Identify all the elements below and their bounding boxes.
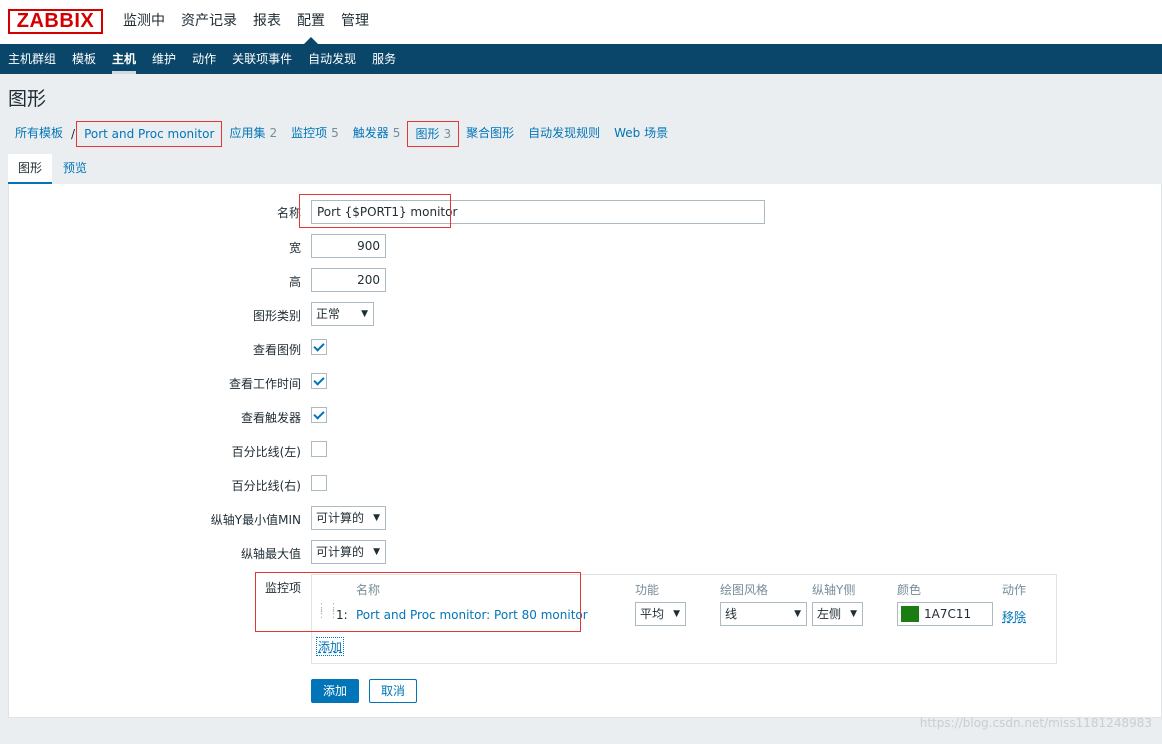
breadcrumb-all-templates[interactable]: 所有模板 xyxy=(8,121,70,147)
ymin-label: 纵轴Y最小值MIN xyxy=(210,513,301,527)
breadcrumb-triggers[interactable]: 触发器 5 xyxy=(346,121,408,147)
percentile-left-checkbox[interactable] xyxy=(311,441,327,457)
item-color-picker[interactable]: 1A7C11 xyxy=(897,602,993,626)
checkmark-icon xyxy=(313,340,325,352)
item-draw-style-select[interactable]: 线 ▼ xyxy=(720,602,807,626)
name-input[interactable]: Port {$PORT1} monitor xyxy=(311,200,765,224)
breadcrumb-items-label: 监控项 xyxy=(291,126,328,140)
column-header-function: 功能 xyxy=(635,583,660,597)
item-remove-link[interactable]: 移除 xyxy=(1002,608,1026,625)
item-function-select[interactable]: 平均 ▼ xyxy=(635,602,686,626)
item-color-value[interactable]: 1A7C11 xyxy=(924,603,971,625)
sub-menu-correlation[interactable]: 关联项事件 xyxy=(224,44,300,74)
show-triggers-checkbox[interactable] xyxy=(311,407,327,423)
show-legend-label: 查看图例 xyxy=(252,343,301,357)
checkmark-icon xyxy=(313,374,325,386)
top-menu-monitoring[interactable]: 监测中 xyxy=(115,0,173,44)
sub-menu-templates[interactable]: 模板 xyxy=(64,44,104,74)
sub-menu-maintenance[interactable]: 维护 xyxy=(144,44,184,74)
percentile-right-checkbox[interactable] xyxy=(311,475,327,491)
breadcrumb-discovery-rules[interactable]: 自动发现规则 xyxy=(521,121,607,147)
breadcrumb-graphs-label: 图形 xyxy=(415,127,440,141)
graph-type-label: 图形类别 xyxy=(252,309,301,323)
chevron-down-icon: ▼ xyxy=(673,609,680,619)
percentile-left-label: 百分比线(左) xyxy=(231,445,301,459)
ymax-label: 纵轴最大值 xyxy=(240,547,301,561)
breadcrumb-template[interactable]: Port and Proc monitor xyxy=(76,121,223,147)
item-name-link[interactable]: Port and Proc monitor: Port 80 monitor xyxy=(356,608,588,622)
name-label: 名称 xyxy=(276,206,301,220)
sub-menu-actions[interactable]: 动作 xyxy=(184,44,224,74)
chevron-down-icon: ▼ xyxy=(794,609,801,619)
top-menu-administration[interactable]: 管理 xyxy=(333,0,377,44)
breadcrumb-applications-count: 2 xyxy=(269,126,278,140)
breadcrumb-triggers-label: 触发器 xyxy=(352,126,389,140)
show-triggers-label: 查看触发器 xyxy=(240,411,301,425)
sub-menu-host-groups[interactable]: 主机群组 xyxy=(0,44,64,74)
top-bar: ZABBIX 监测中 资产记录 报表 配置 管理 xyxy=(0,0,1162,44)
breadcrumb-applications[interactable]: 应用集 2 xyxy=(222,121,284,147)
add-item-link[interactable]: 添加 xyxy=(316,637,345,656)
item-function-value: 平均 xyxy=(640,607,665,621)
ymin-value: 可计算的 xyxy=(316,511,365,525)
breadcrumb-web-scenarios[interactable]: Web 场景 xyxy=(607,121,675,147)
breadcrumb-applications-label: 应用集 xyxy=(229,126,266,140)
graph-form: 名称 Port {$PORT1} monitor 宽 900 高 200 图形类… xyxy=(8,184,1162,718)
top-menu-configuration[interactable]: 配置 xyxy=(289,0,333,44)
show-working-time-label: 查看工作时间 xyxy=(228,377,301,391)
item-y-axis-side-select[interactable]: 左侧 ▼ xyxy=(812,602,863,626)
breadcrumb-graphs-count: 3 xyxy=(443,127,452,141)
page-title: 图形 xyxy=(8,88,47,110)
width-input[interactable]: 900 xyxy=(311,234,386,258)
ymax-select[interactable]: 可计算的 ▼ xyxy=(311,540,386,564)
breadcrumb-screens[interactable]: 聚合图形 xyxy=(459,121,521,147)
breadcrumb-graphs[interactable]: 图形 3 xyxy=(407,121,460,147)
breadcrumb-triggers-count: 5 xyxy=(392,126,401,140)
ymax-value: 可计算的 xyxy=(316,545,365,559)
column-header-name: 名称 xyxy=(356,583,381,597)
sub-menu-services[interactable]: 服务 xyxy=(364,44,404,74)
column-header-draw-style: 绘图风格 xyxy=(720,583,769,597)
breadcrumb-items[interactable]: 监控项 5 xyxy=(284,121,346,147)
show-working-time-checkbox[interactable] xyxy=(311,373,327,389)
sub-menu: 主机群组 模板 主机 维护 动作 关联项事件 自动发现 服务 xyxy=(0,44,1162,74)
chevron-down-icon: ▼ xyxy=(850,609,857,619)
chevron-down-icon: ▼ xyxy=(373,513,380,523)
top-menu-inventory[interactable]: 资产记录 xyxy=(173,0,245,44)
show-legend-checkbox[interactable] xyxy=(311,339,327,355)
breadcrumb: 所有模板 / Port and Proc monitor 应用集 2 监控项 5 触… xyxy=(8,116,675,152)
checkmark-icon xyxy=(313,408,325,420)
chevron-down-icon: ▼ xyxy=(361,309,368,319)
top-menu-reports[interactable]: 报表 xyxy=(245,0,289,44)
height-label: 高 xyxy=(288,275,301,289)
items-label: 监控项 xyxy=(264,581,301,595)
breadcrumb-items-count: 5 xyxy=(331,126,339,140)
graph-type-value: 正常 xyxy=(316,307,341,321)
item-row-index: 1: xyxy=(336,608,348,622)
tab-preview[interactable]: 预览 xyxy=(53,154,97,184)
height-input[interactable]: 200 xyxy=(311,268,386,292)
sub-menu-hosts[interactable]: 主机 xyxy=(104,44,144,74)
ymin-select[interactable]: 可计算的 ▼ xyxy=(311,506,386,530)
top-menu: 监测中 资产记录 报表 配置 管理 xyxy=(115,0,377,44)
item-draw-style-value: 线 xyxy=(725,607,738,621)
tab-graph[interactable]: 图形 xyxy=(8,154,53,184)
graph-items-table: 名称 功能 绘图风格 纵轴Y侧 颜色 动作 ⋮⋮ ⋮⋮ 1: Port and P… xyxy=(311,574,1057,664)
percentile-right-label: 百分比线(右) xyxy=(231,479,301,493)
sub-menu-discovery[interactable]: 自动发现 xyxy=(300,44,364,74)
color-swatch[interactable] xyxy=(901,606,919,622)
cancel-button[interactable]: 取消 xyxy=(369,679,418,703)
tab-bar: 图形 预览 xyxy=(8,154,1162,184)
add-button[interactable]: 添加 xyxy=(311,679,360,703)
column-header-action: 动作 xyxy=(1002,583,1027,597)
chevron-down-icon: ▼ xyxy=(373,547,380,557)
width-label: 宽 xyxy=(288,241,301,255)
column-header-color: 颜色 xyxy=(897,583,922,597)
column-header-y-axis-side: 纵轴Y侧 xyxy=(812,583,856,597)
zabbix-logo[interactable]: ZABBIX xyxy=(8,9,103,34)
watermark: https://blog.csdn.net/miss1181248983 xyxy=(919,716,1152,730)
item-y-axis-side-value: 左侧 xyxy=(817,607,842,621)
graph-type-select[interactable]: 正常 ▼ xyxy=(311,302,374,326)
